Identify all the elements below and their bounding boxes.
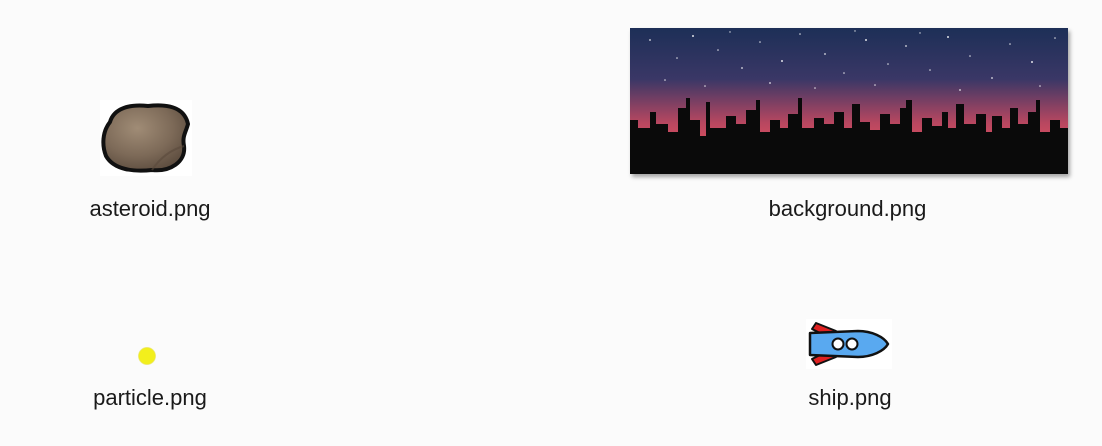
file-item-ship[interactable]: ship.png — [740, 315, 960, 415]
asteroid-thumbnail-icon — [100, 100, 192, 176]
city-skyline-thumbnail-icon — [630, 28, 1068, 174]
file-browser-pane: asteroid.png background.png particle.png… — [0, 0, 1102, 446]
file-name-label: asteroid.png — [89, 196, 211, 221]
file-item-asteroid[interactable]: asteroid.png — [40, 92, 260, 227]
file-name-label: ship.png — [808, 385, 892, 410]
rocket-ship-thumbnail-icon — [806, 319, 892, 369]
yellow-dot-thumbnail-icon — [136, 345, 158, 367]
file-name-label: background.png — [768, 196, 927, 221]
file-name-label: particle.png — [93, 385, 207, 410]
file-item-particle[interactable]: particle.png — [40, 335, 260, 415]
file-item-background[interactable]: background.png — [620, 22, 1075, 227]
